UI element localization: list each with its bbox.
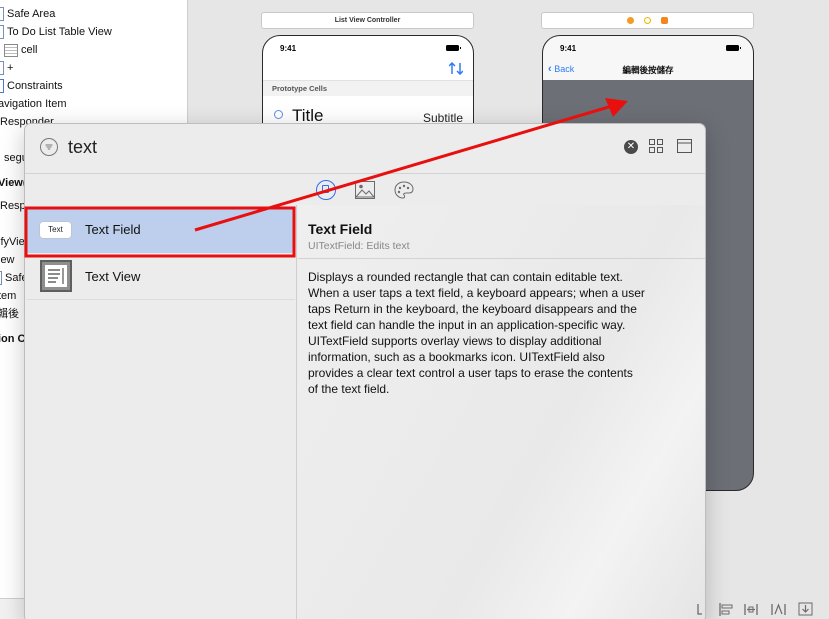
scene-title-bar[interactable]: List View Controller — [261, 12, 474, 29]
section-header: Prototype Cells — [263, 80, 473, 96]
description-line: of the text field. — [308, 382, 390, 396]
objects-icon[interactable] — [316, 180, 336, 200]
navigation-title: 編輯後按儲存 — [622, 65, 674, 75]
outline-item-label: 輯後 — [0, 308, 19, 320]
outline-item-label: Constraints — [7, 80, 63, 92]
first-responder-icon[interactable] — [644, 16, 651, 24]
table-view-icon — [0, 25, 4, 40]
detail-divider — [298, 258, 705, 259]
library-object-list: Text Text Field Text View — [25, 205, 297, 619]
outline-item-cell[interactable]: cell — [4, 41, 38, 59]
view-icon — [0, 271, 2, 286]
description-line: When a user taps a text field, a keyboar… — [308, 286, 645, 300]
exit-icon[interactable] — [661, 16, 668, 24]
detail-description: Displays a rounded rectangle that can co… — [308, 269, 645, 397]
outline-item-label: cell — [21, 44, 38, 56]
library-detail-pane: Text Field UITextField: Edits text Displ… — [298, 205, 705, 619]
scene-title: List View Controller — [334, 17, 401, 24]
embed-in-icon[interactable] — [798, 602, 813, 616]
status-bar: 9:41 — [263, 36, 473, 60]
list-item-text-field[interactable]: Text Text Field — [27, 207, 295, 253]
description-line: UITextField supports overlay views to di… — [308, 334, 602, 348]
outline-item-label: Resp — [0, 200, 26, 212]
outline-item-label: View( — [0, 177, 27, 189]
outline-item-label: Safe Area — [7, 8, 56, 20]
outline-item-view-controller[interactable]: View( — [0, 174, 27, 192]
outline-item-label: tem — [0, 290, 17, 302]
description-line: information, such as a bookmarks icon. U… — [308, 350, 605, 364]
outline-item-label: avigation Item — [0, 98, 67, 110]
outline-item-view[interactable]: iew — [0, 251, 15, 269]
list-item-text-view[interactable]: Text View — [27, 254, 295, 300]
detail-view-icon[interactable] — [677, 139, 692, 158]
library-tab-bar — [25, 173, 705, 205]
add-constraints-icon[interactable] — [744, 604, 758, 615]
outline-item-first-responder[interactable]: Resp — [0, 197, 26, 215]
table-cell-icon — [4, 43, 18, 57]
align-icon[interactable] — [719, 603, 733, 616]
outline-item-label: iew — [0, 254, 15, 266]
outline-item-label: ifyVie — [0, 236, 25, 248]
update-frames-icon[interactable] — [697, 604, 702, 615]
cell-image-icon — [274, 110, 283, 119]
outline-item-section[interactable]: ion C — [0, 330, 26, 348]
status-time: 9:41 — [560, 44, 577, 53]
outline-item-label: ion C — [0, 333, 26, 345]
object-library-popover[interactable]: ✕ Text Text Field Text Vi — [24, 123, 706, 619]
library-search-bar: ✕ — [25, 124, 705, 172]
battery-icon — [726, 45, 741, 51]
view-controller-icon[interactable] — [627, 16, 634, 24]
bar-button-icon — [0, 61, 4, 76]
text-view-icon — [40, 260, 72, 292]
detail-title: Text Field — [308, 221, 373, 237]
library-search-input[interactable] — [68, 134, 598, 160]
battery-icon — [446, 45, 461, 51]
outline-item-add[interactable]: + — [0, 59, 13, 77]
outline-item-navigation-item-2[interactable]: tem — [0, 287, 16, 305]
outline-item-label: To Do List Table View — [7, 26, 112, 38]
description-line: taps Return in the keyboard, the keyboar… — [308, 302, 637, 316]
outline-item-title-label[interactable]: 輯後 — [0, 305, 19, 323]
layout-controls — [696, 600, 829, 619]
colors-icon[interactable] — [394, 181, 414, 204]
outline-item-table-view[interactable]: To Do List Table View — [0, 23, 112, 41]
description-line: text field can handle the input in an ap… — [308, 318, 626, 332]
clear-search-icon[interactable]: ✕ — [624, 140, 638, 154]
scene-dock[interactable] — [541, 12, 754, 29]
outline-item-modify-view[interactable]: ifyVie — [0, 233, 25, 251]
grid-view-icon[interactable] — [649, 139, 663, 158]
sort-icon[interactable] — [448, 61, 464, 80]
list-item-label: Text Field — [85, 222, 141, 237]
media-icon[interactable] — [354, 181, 376, 204]
description-line: Displays a rounded rectangle that can co… — [308, 270, 623, 284]
filter-icon[interactable] — [40, 138, 58, 156]
outline-item-label: + — [7, 62, 14, 74]
section-header-label: Prototype Cells — [272, 84, 328, 93]
navigation-bar: 9:41 ‹ Back 編輯後按儲存 — [543, 36, 753, 80]
description-line: provides a clear text control a user tap… — [308, 366, 633, 380]
outline-item-navigation-item[interactable]: avigation Item — [0, 95, 66, 113]
list-item-label: Text View — [85, 269, 141, 284]
constraints-icon — [0, 79, 4, 94]
resolve-issues-icon[interactable] — [771, 603, 786, 615]
outline-item-constraints[interactable]: Constraints — [0, 77, 63, 95]
status-time: 9:41 — [280, 44, 297, 53]
detail-subtitle: UITextField: Edits text — [308, 240, 410, 252]
outline-item-safe-area[interactable]: Safe Area — [0, 5, 55, 23]
text-field-icon: Text — [40, 222, 71, 238]
view-icon — [0, 7, 4, 22]
